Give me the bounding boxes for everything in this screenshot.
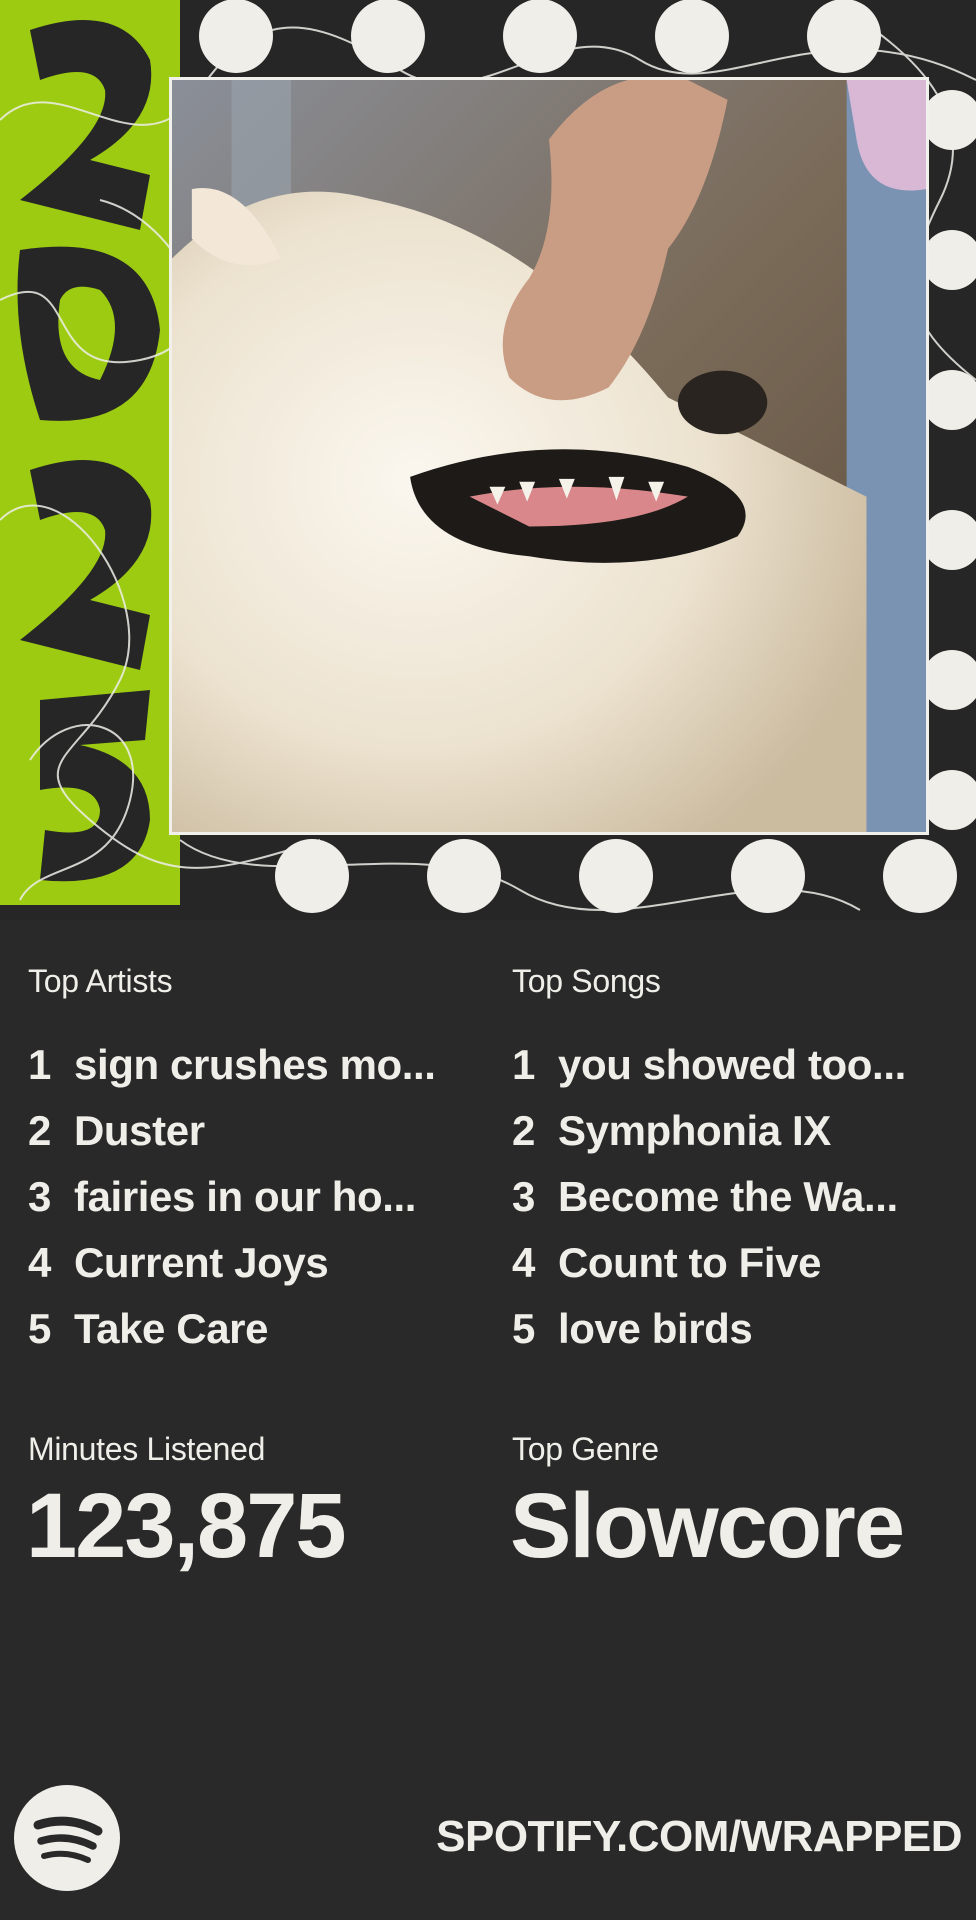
minutes-value: 123,875 xyxy=(26,1475,347,1577)
top-songs-label: Top Songs xyxy=(512,963,661,999)
rank: 2 xyxy=(28,1107,51,1154)
list-item: 4 Count to Five xyxy=(512,1230,906,1296)
rank: 1 xyxy=(28,1041,51,1088)
list-item: 1 you showed too... xyxy=(512,1032,906,1098)
genre-label: Top Genre xyxy=(512,1431,659,1467)
artist-name: sign crushes mo... xyxy=(74,1041,436,1088)
rank: 3 xyxy=(512,1173,535,1220)
top-songs-list: 1 you showed too... 2 Symphonia IX 3 Become… xyxy=(512,1032,906,1362)
list-item: 2 Duster xyxy=(28,1098,436,1164)
song-name: Symphonia IX xyxy=(558,1107,831,1154)
rank: 5 xyxy=(512,1305,535,1352)
list-item: 2 Symphonia IX xyxy=(512,1098,906,1164)
minutes-label: Minutes Listened xyxy=(28,1431,266,1467)
song-name: you showed too... xyxy=(558,1041,906,1088)
song-name: love birds xyxy=(558,1305,753,1352)
rank: 4 xyxy=(512,1239,535,1286)
header-artwork xyxy=(0,0,976,920)
rank: 5 xyxy=(28,1305,51,1352)
song-name: Become the Wa... xyxy=(558,1173,898,1220)
top-artists-label: Top Artists xyxy=(28,963,173,999)
rank: 4 xyxy=(28,1239,51,1286)
rank: 3 xyxy=(28,1173,51,1220)
song-name: Count to Five xyxy=(558,1239,822,1286)
rank: 2 xyxy=(512,1107,535,1154)
spotify-logo-icon[interactable] xyxy=(14,1785,120,1891)
artist-name: Take Care xyxy=(74,1305,269,1352)
list-item: 1 sign crushes mo... xyxy=(28,1032,436,1098)
list-item: 3 fairies in our ho... xyxy=(28,1164,436,1230)
artist-name: Current Joys xyxy=(74,1239,329,1286)
list-item: 5 Take Care xyxy=(28,1296,436,1362)
dog-photo xyxy=(169,77,929,835)
top-artists-list: 1 sign crushes mo... 2 Duster 3 fairies in … xyxy=(28,1032,436,1362)
artist-name: fairies in our ho... xyxy=(74,1173,417,1220)
artist-name: Duster xyxy=(74,1107,205,1154)
list-item: 3 Become the Wa... xyxy=(512,1164,906,1230)
dog-photo-icon xyxy=(172,80,926,832)
wrapped-url-link[interactable]: SPOTIFY.COM/WRAPPED xyxy=(436,1812,962,1862)
wrapped-card: Top Artists 1 sign crushes mo... 2 Duster … xyxy=(0,0,976,1920)
stats-section: Top Artists 1 sign crushes mo... 2 Duster … xyxy=(0,920,976,1920)
spotify-logo-glyph xyxy=(33,1816,103,1863)
list-item: 4 Current Joys xyxy=(28,1230,436,1296)
rank: 1 xyxy=(512,1041,535,1088)
genre-value: Slowcore xyxy=(510,1475,905,1577)
list-item: 5 love birds xyxy=(512,1296,906,1362)
